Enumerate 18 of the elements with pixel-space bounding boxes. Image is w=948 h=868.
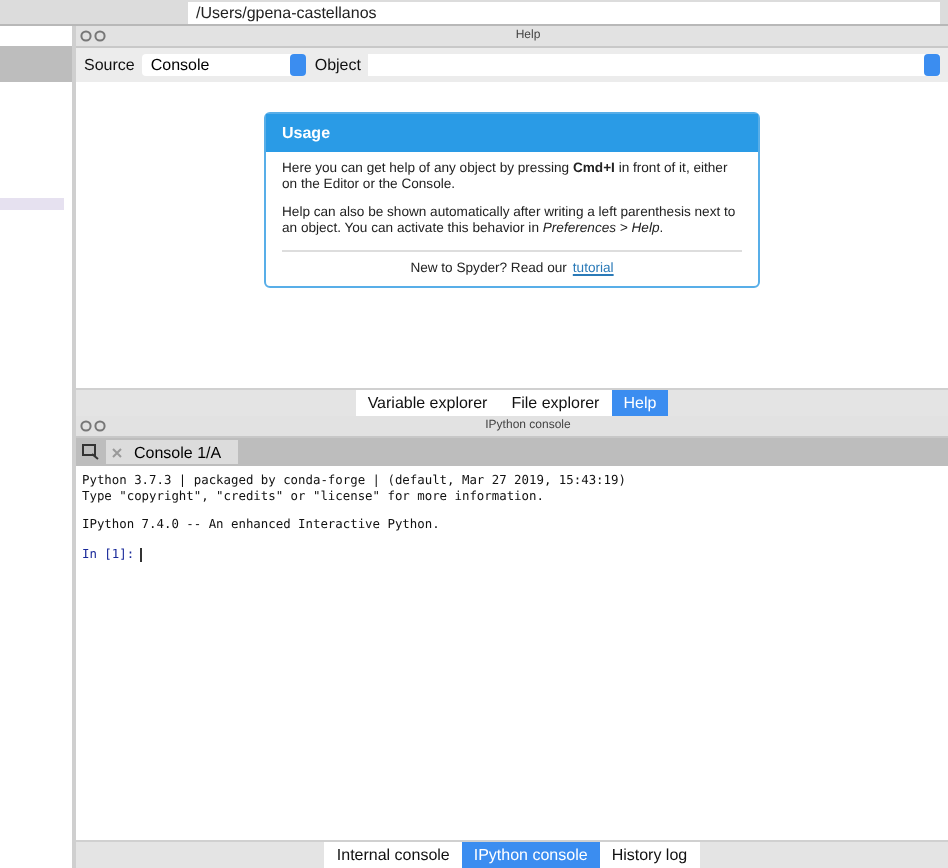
new-console-icon[interactable]	[82, 444, 100, 460]
pane-tab[interactable]: Variable explorer	[355, 390, 500, 416]
text-cursor	[140, 547, 143, 562]
pane-tab[interactable]: File explorer	[499, 390, 612, 416]
object-field[interactable]	[368, 54, 940, 76]
close-icon[interactable]	[112, 447, 122, 457]
path-field[interactable]: /Users/gpena-castellanos	[188, 1, 940, 23]
console-tab[interactable]: Console 1/A	[106, 440, 238, 464]
source-dropdown[interactable]: Console	[142, 54, 307, 76]
selected-row	[0, 198, 64, 210]
window-buttons-icon[interactable]	[80, 30, 108, 42]
usage-title: Usage	[266, 114, 758, 152]
pane-tab[interactable]: History log	[599, 842, 700, 868]
window-buttons-icon[interactable]	[80, 420, 108, 432]
pane-tab[interactable]: Internal console	[324, 842, 462, 868]
object-label: Object	[314, 56, 361, 74]
source-label: Source	[84, 56, 135, 74]
panel-header	[0, 46, 72, 82]
